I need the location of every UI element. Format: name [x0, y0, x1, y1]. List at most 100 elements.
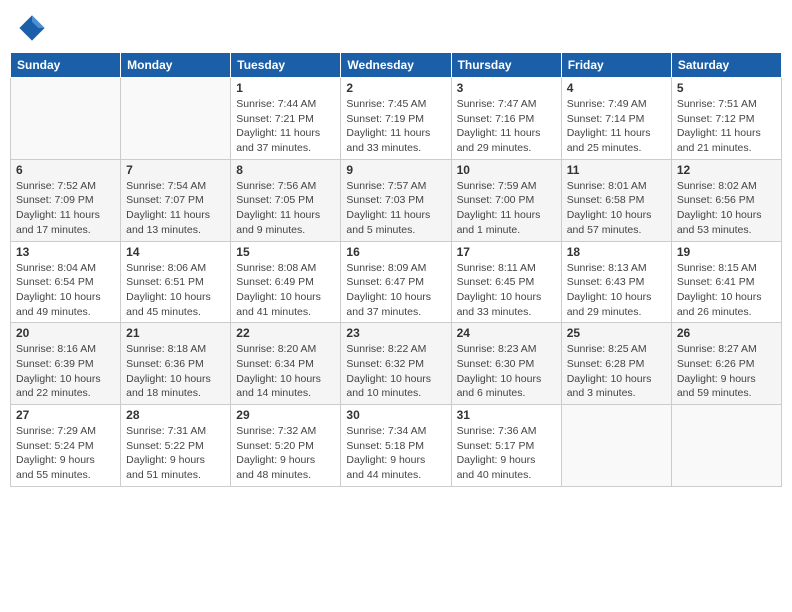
day-number: 11: [567, 163, 666, 177]
day-content: Sunrise: 7:57 AM Sunset: 7:03 PM Dayligh…: [346, 179, 445, 238]
day-content: Sunrise: 8:11 AM Sunset: 6:45 PM Dayligh…: [457, 261, 556, 320]
logo-icon: [18, 14, 46, 42]
calendar-cell: 17 Sunrise: 8:11 AM Sunset: 6:45 PM Dayli…: [451, 241, 561, 323]
weekday-header-wednesday: Wednesday: [341, 53, 451, 78]
day-number: 7: [126, 163, 225, 177]
day-content: Sunrise: 7:47 AM Sunset: 7:16 PM Dayligh…: [457, 97, 556, 156]
weekday-header-row: SundayMondayTuesdayWednesdayThursdayFrid…: [11, 53, 782, 78]
calendar-cell: 30 Sunrise: 7:34 AM Sunset: 5:18 PM Dayli…: [341, 405, 451, 487]
calendar-cell: [11, 78, 121, 160]
day-number: 18: [567, 245, 666, 259]
calendar-cell: 19Sunrise: 8:15 AM Sunset: 6:41 PM Dayli…: [671, 241, 781, 323]
weekday-header-tuesday: Tuesday: [231, 53, 341, 78]
calendar-cell: 13 Sunrise: 8:04 AM Sunset: 6:54 PM Dayli…: [11, 241, 121, 323]
calendar-cell: 5 Sunrise: 7:51 AM Sunset: 7:12 PM Daylig…: [671, 78, 781, 160]
day-number: 1: [236, 81, 335, 95]
day-content: Sunrise: 8:08 AM Sunset: 6:49 PM Dayligh…: [236, 261, 335, 320]
calendar-cell: 8Sunrise: 7:56 AM Sunset: 7:05 PM Daylig…: [231, 159, 341, 241]
calendar-cell: 10 Sunrise: 7:59 AM Sunset: 7:00 PM Dayli…: [451, 159, 561, 241]
day-number: 13: [16, 245, 115, 259]
calendar-cell: 11 Sunrise: 8:01 AM Sunset: 6:58 PM Dayli…: [561, 159, 671, 241]
calendar-week-row: 13 Sunrise: 8:04 AM Sunset: 6:54 PM Dayli…: [11, 241, 782, 323]
calendar-cell: 9 Sunrise: 7:57 AM Sunset: 7:03 PM Daylig…: [341, 159, 451, 241]
day-content: Sunrise: 8:23 AM Sunset: 6:30 PM Dayligh…: [457, 342, 556, 401]
day-content: Sunrise: 8:04 AM Sunset: 6:54 PM Dayligh…: [16, 261, 115, 320]
day-number: 9: [346, 163, 445, 177]
calendar-cell: 14 Sunrise: 8:06 AM Sunset: 6:51 PM Dayli…: [121, 241, 231, 323]
day-content: Sunrise: 8:13 AM Sunset: 6:43 PM Dayligh…: [567, 261, 666, 320]
day-content: Sunrise: 8:25 AM Sunset: 6:28 PM Dayligh…: [567, 342, 666, 401]
calendar-cell: [561, 405, 671, 487]
day-content: Sunrise: 7:29 AM Sunset: 5:24 PM Dayligh…: [16, 424, 115, 483]
day-number: 6: [16, 163, 115, 177]
day-number: 10: [457, 163, 556, 177]
day-number: 4: [567, 81, 666, 95]
day-content: Sunrise: 7:34 AM Sunset: 5:18 PM Dayligh…: [346, 424, 445, 483]
day-number: 21: [126, 326, 225, 340]
day-content: Sunrise: 7:52 AM Sunset: 7:09 PM Dayligh…: [16, 179, 115, 238]
day-number: 12: [677, 163, 776, 177]
day-number: 30: [346, 408, 445, 422]
calendar-week-row: 1 Sunrise: 7:44 AM Sunset: 7:21 PM Daylig…: [11, 78, 782, 160]
day-content: Sunrise: 8:09 AM Sunset: 6:47 PM Dayligh…: [346, 261, 445, 320]
calendar-cell: 20Sunrise: 8:16 AM Sunset: 6:39 PM Dayli…: [11, 323, 121, 405]
weekday-header-thursday: Thursday: [451, 53, 561, 78]
page-header: [10, 10, 782, 46]
calendar-cell: 12 Sunrise: 8:02 AM Sunset: 6:56 PM Dayli…: [671, 159, 781, 241]
day-content: Sunrise: 8:18 AM Sunset: 6:36 PM Dayligh…: [126, 342, 225, 401]
calendar-cell: 25 Sunrise: 8:25 AM Sunset: 6:28 PM Dayli…: [561, 323, 671, 405]
day-number: 28: [126, 408, 225, 422]
day-number: 25: [567, 326, 666, 340]
calendar-cell: 28 Sunrise: 7:31 AM Sunset: 5:22 PM Dayli…: [121, 405, 231, 487]
calendar-cell: 23Sunrise: 8:22 AM Sunset: 6:32 PM Dayli…: [341, 323, 451, 405]
logo: [18, 14, 52, 42]
calendar-cell: 6 Sunrise: 7:52 AM Sunset: 7:09 PM Daylig…: [11, 159, 121, 241]
calendar-cell: 22 Sunrise: 8:20 AM Sunset: 6:34 PM Dayli…: [231, 323, 341, 405]
day-content: Sunrise: 7:36 AM Sunset: 5:17 PM Dayligh…: [457, 424, 556, 483]
calendar-cell: 1 Sunrise: 7:44 AM Sunset: 7:21 PM Daylig…: [231, 78, 341, 160]
day-number: 3: [457, 81, 556, 95]
calendar-cell: 26 Sunrise: 8:27 AM Sunset: 6:26 PM Dayli…: [671, 323, 781, 405]
day-content: Sunrise: 7:45 AM Sunset: 7:19 PM Dayligh…: [346, 97, 445, 156]
day-content: Sunrise: 7:44 AM Sunset: 7:21 PM Dayligh…: [236, 97, 335, 156]
day-content: Sunrise: 8:20 AM Sunset: 6:34 PM Dayligh…: [236, 342, 335, 401]
day-number: 14: [126, 245, 225, 259]
calendar-cell: 21 Sunrise: 8:18 AM Sunset: 6:36 PM Dayli…: [121, 323, 231, 405]
day-number: 5: [677, 81, 776, 95]
day-content: Sunrise: 7:59 AM Sunset: 7:00 PM Dayligh…: [457, 179, 556, 238]
weekday-header-saturday: Saturday: [671, 53, 781, 78]
calendar-cell: [671, 405, 781, 487]
day-number: 17: [457, 245, 556, 259]
calendar-week-row: 27Sunrise: 7:29 AM Sunset: 5:24 PM Dayli…: [11, 405, 782, 487]
calendar-cell: 27Sunrise: 7:29 AM Sunset: 5:24 PM Dayli…: [11, 405, 121, 487]
calendar-cell: 24 Sunrise: 8:23 AM Sunset: 6:30 PM Dayli…: [451, 323, 561, 405]
weekday-header-friday: Friday: [561, 53, 671, 78]
day-number: 15: [236, 245, 335, 259]
calendar-week-row: 20Sunrise: 8:16 AM Sunset: 6:39 PM Dayli…: [11, 323, 782, 405]
calendar-table: SundayMondayTuesdayWednesdayThursdayFrid…: [10, 52, 782, 487]
day-content: Sunrise: 8:27 AM Sunset: 6:26 PM Dayligh…: [677, 342, 776, 401]
calendar-cell: 18 Sunrise: 8:13 AM Sunset: 6:43 PM Dayli…: [561, 241, 671, 323]
calendar-cell: 4Sunrise: 7:49 AM Sunset: 7:14 PM Daylig…: [561, 78, 671, 160]
day-number: 16: [346, 245, 445, 259]
calendar-week-row: 6 Sunrise: 7:52 AM Sunset: 7:09 PM Daylig…: [11, 159, 782, 241]
day-content: Sunrise: 8:01 AM Sunset: 6:58 PM Dayligh…: [567, 179, 666, 238]
day-number: 2: [346, 81, 445, 95]
calendar-cell: 31Sunrise: 7:36 AM Sunset: 5:17 PM Dayli…: [451, 405, 561, 487]
weekday-header-sunday: Sunday: [11, 53, 121, 78]
calendar-cell: [121, 78, 231, 160]
day-number: 26: [677, 326, 776, 340]
day-content: Sunrise: 7:51 AM Sunset: 7:12 PM Dayligh…: [677, 97, 776, 156]
day-content: Sunrise: 8:02 AM Sunset: 6:56 PM Dayligh…: [677, 179, 776, 238]
calendar-cell: 29Sunrise: 7:32 AM Sunset: 5:20 PM Dayli…: [231, 405, 341, 487]
day-content: Sunrise: 8:06 AM Sunset: 6:51 PM Dayligh…: [126, 261, 225, 320]
calendar-cell: 3 Sunrise: 7:47 AM Sunset: 7:16 PM Daylig…: [451, 78, 561, 160]
calendar-cell: 15 Sunrise: 8:08 AM Sunset: 6:49 PM Dayli…: [231, 241, 341, 323]
day-content: Sunrise: 8:15 AM Sunset: 6:41 PM Dayligh…: [677, 261, 776, 320]
day-number: 22: [236, 326, 335, 340]
day-number: 29: [236, 408, 335, 422]
day-content: Sunrise: 7:31 AM Sunset: 5:22 PM Dayligh…: [126, 424, 225, 483]
calendar-cell: 16 Sunrise: 8:09 AM Sunset: 6:47 PM Dayli…: [341, 241, 451, 323]
day-number: 24: [457, 326, 556, 340]
day-number: 8: [236, 163, 335, 177]
